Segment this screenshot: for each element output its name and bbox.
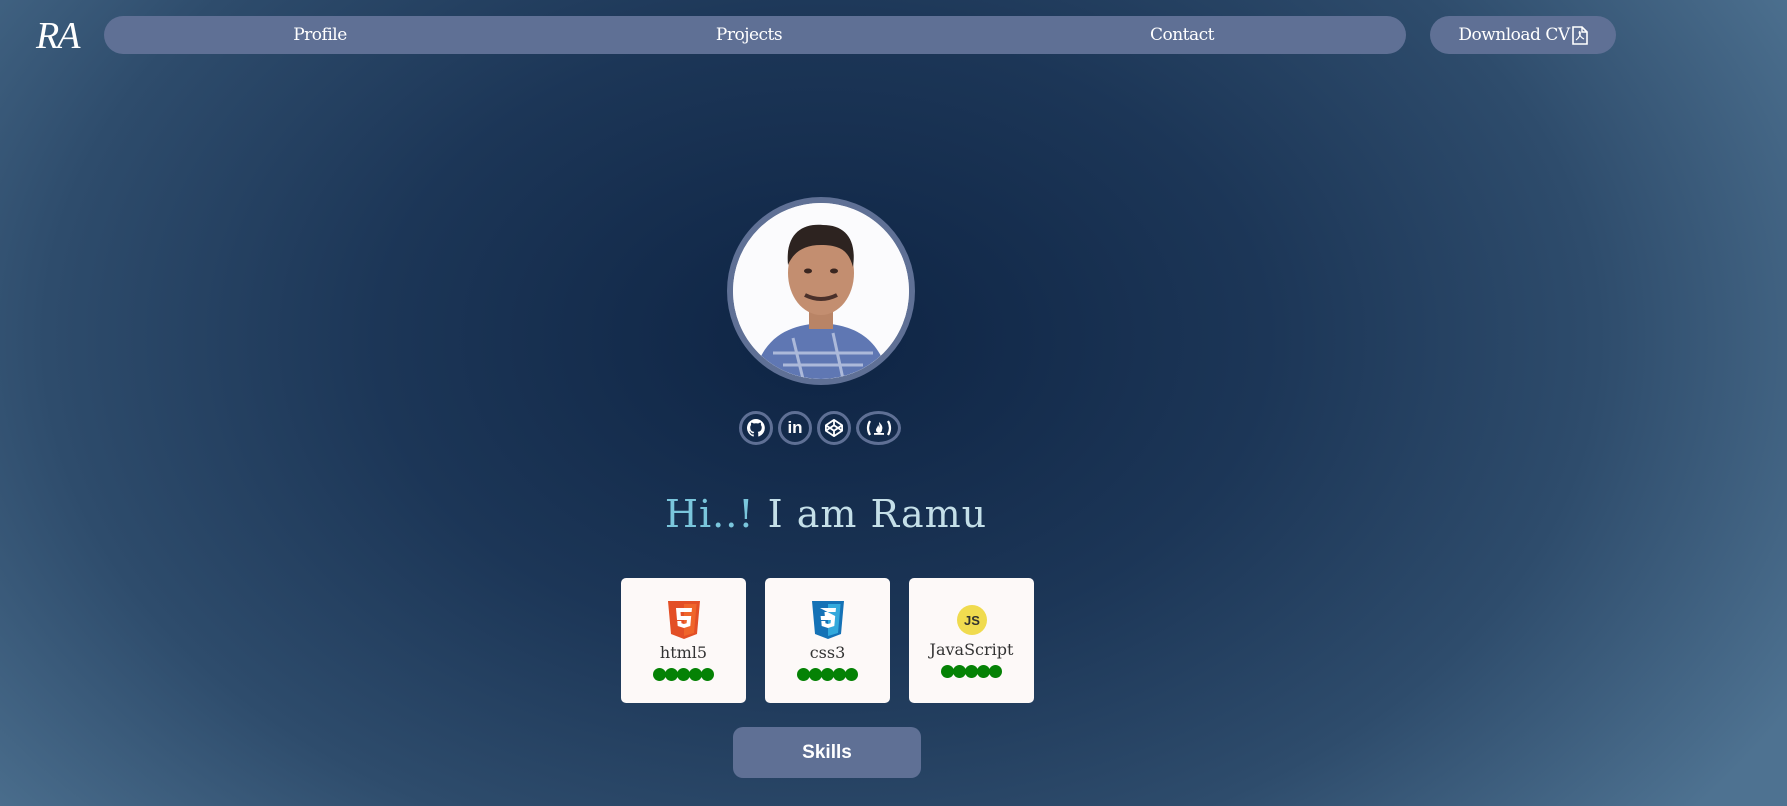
greeting-heading: Hi..! I am Ramu — [0, 492, 1652, 536]
rating-dot — [845, 667, 858, 681]
download-cv-button[interactable]: Download CV — [1430, 16, 1616, 54]
nav-profile[interactable]: Profile — [293, 16, 347, 54]
skill-cards: html5 css3 JS JavaScript — [621, 578, 1034, 703]
greeting-name: I am Ramu — [754, 492, 988, 536]
javascript-icon: JS — [956, 604, 987, 635]
profile-photo — [727, 197, 915, 385]
skill-name: JavaScript — [929, 639, 1014, 659]
rating-dot — [701, 667, 714, 681]
codepen-link[interactable] — [817, 411, 851, 445]
logo[interactable]: RA — [36, 14, 80, 58]
greeting-hi: Hi..! — [664, 492, 755, 536]
social-links: in — [739, 411, 901, 445]
skill-rating — [797, 667, 858, 681]
github-icon — [747, 419, 765, 437]
freecodecamp-link[interactable] — [856, 411, 901, 445]
css3-icon — [811, 600, 844, 639]
github-link[interactable] — [739, 411, 773, 445]
codepen-icon — [825, 419, 843, 437]
skill-card-html5: html5 — [621, 578, 746, 703]
linkedin-icon: in — [787, 418, 803, 437]
skills-button[interactable]: Skills — [733, 727, 921, 778]
html5-icon — [667, 600, 700, 639]
linkedin-link[interactable]: in — [778, 411, 812, 445]
skill-rating — [653, 667, 714, 681]
nav-projects[interactable]: Projects — [716, 16, 783, 54]
skill-name: html5 — [659, 642, 708, 662]
skill-name: css3 — [809, 642, 846, 662]
pdf-file-icon — [1571, 25, 1588, 45]
svg-text:JS: JS — [964, 613, 980, 628]
nav-contact[interactable]: Contact — [1150, 16, 1215, 54]
skill-card-css3: css3 — [765, 578, 890, 703]
freecodecamp-icon — [866, 420, 891, 436]
download-cv-label: Download CV — [1458, 25, 1570, 45]
rating-dot — [989, 664, 1002, 678]
skill-card-javascript: JS JavaScript — [909, 578, 1034, 703]
skill-rating — [941, 664, 1002, 678]
main-nav: Profile Projects Contact — [104, 16, 1406, 54]
